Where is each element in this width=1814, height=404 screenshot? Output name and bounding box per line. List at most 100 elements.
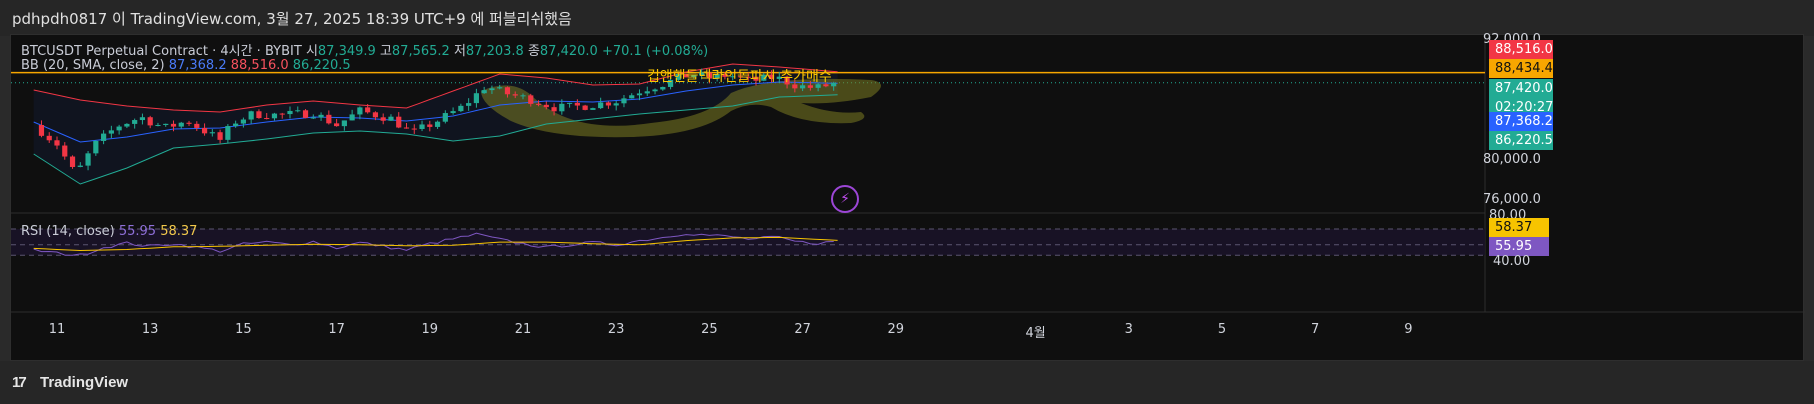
bb-legend[interactable]: BB (20, SMA, close, 2) 87,368.2 88,516.0… bbox=[21, 58, 351, 73]
price-change: +70.1 (+0.08%) bbox=[601, 44, 709, 59]
candle-body bbox=[271, 113, 278, 119]
candle-body bbox=[629, 95, 635, 99]
candle-body bbox=[497, 87, 503, 89]
bb-upper-price-tag: 88,516.0 bbox=[1489, 40, 1553, 59]
rsi-ma-tag: 58.37 bbox=[1489, 218, 1549, 237]
symbol-legend[interactable]: BTCUSDT Perpetual Contract · 4시간 · BYBIT… bbox=[21, 40, 708, 59]
rsi-axis-label: 40.00 bbox=[1493, 254, 1531, 269]
candle-body bbox=[388, 116, 394, 121]
candle-body bbox=[295, 110, 301, 112]
candle-body bbox=[559, 103, 565, 112]
candle-body bbox=[590, 108, 596, 110]
lightning-icon[interactable]: ⚡ bbox=[831, 185, 859, 213]
bb-upper-value: 88,516.0 bbox=[230, 58, 289, 73]
bb-basis-value: 87,368.2 bbox=[168, 58, 227, 73]
ohlc-close-label: 종 bbox=[527, 44, 540, 59]
candle-body bbox=[201, 127, 208, 134]
time-axis-label: 7 bbox=[1311, 322, 1320, 337]
candle-body bbox=[458, 105, 464, 112]
candle-body bbox=[279, 113, 285, 115]
ohlc-low-value: 87,203.8 bbox=[465, 44, 524, 59]
candle-body bbox=[147, 117, 153, 126]
time-axis-label: 21 bbox=[514, 322, 532, 337]
ohlc-high-label: 고 bbox=[379, 44, 392, 59]
time-axis-label: 5 bbox=[1217, 322, 1227, 337]
publish-caption: pdhpdh0817 이 TradingView.com, 3월 27, 202… bbox=[12, 10, 572, 28]
candle-body bbox=[116, 126, 122, 131]
candle-body bbox=[248, 111, 254, 120]
candle-body bbox=[178, 122, 184, 127]
candle-body bbox=[69, 156, 76, 167]
candle-body bbox=[101, 133, 107, 141]
publish-header: pdhpdh0817 이 TradingView.com, 3월 27, 202… bbox=[0, 0, 1814, 36]
chart-frame[interactable]: BTCUSDT Perpetual Contract · 4시간 · BYBIT… bbox=[10, 32, 1805, 361]
candle-body bbox=[403, 127, 410, 129]
time-axis-label: 11 bbox=[48, 322, 66, 337]
time-axis-label: 3 bbox=[1124, 322, 1133, 337]
candle-body bbox=[85, 153, 91, 166]
rsi-legend[interactable]: RSI (14, close) 55.95 58.37 bbox=[21, 224, 197, 239]
candle-body bbox=[365, 107, 371, 113]
time-axis-label: 25 bbox=[701, 322, 718, 337]
time-axis-label: 15 bbox=[235, 322, 252, 337]
ohlc-close-value: 87,420.0 bbox=[539, 44, 598, 59]
candle-body bbox=[528, 95, 534, 104]
candle-body bbox=[396, 116, 402, 128]
candle-body bbox=[108, 130, 114, 134]
bb-basis-price-tag: 87,368.2 bbox=[1489, 112, 1553, 131]
candle-body bbox=[660, 86, 666, 90]
candle-body bbox=[380, 117, 386, 121]
candle-body bbox=[349, 114, 355, 121]
candle-body bbox=[551, 107, 557, 112]
candle-body bbox=[302, 110, 309, 118]
candle-body bbox=[419, 124, 425, 129]
candle-body bbox=[310, 117, 316, 119]
ohlc-low-label: 저 bbox=[453, 44, 466, 59]
candle-body bbox=[46, 135, 52, 141]
candle bbox=[302, 109, 309, 119]
candle-body bbox=[54, 140, 60, 146]
candle-body bbox=[466, 103, 472, 106]
neckline-annotation[interactable]: 컵앤핸들넥라인돌파시 추가매수 bbox=[647, 66, 832, 86]
time-axis-label: 9 bbox=[1404, 322, 1413, 337]
time-axis-label: 13 bbox=[141, 322, 159, 337]
candle-body bbox=[411, 128, 417, 130]
candle-body bbox=[38, 125, 45, 136]
candle-body bbox=[287, 110, 293, 115]
bb-label: BB (20, SMA, close, 2) bbox=[21, 58, 165, 73]
candle-body bbox=[605, 102, 612, 106]
candle-body bbox=[582, 105, 588, 110]
candle-body bbox=[186, 122, 192, 124]
candle-body bbox=[155, 124, 161, 126]
candle-body bbox=[326, 114, 332, 124]
candle-body bbox=[318, 114, 324, 118]
candle-body bbox=[621, 98, 627, 104]
footer: 17 TradingView bbox=[0, 361, 1814, 404]
candle-body bbox=[434, 121, 441, 127]
candle bbox=[69, 155, 76, 169]
rsi-band-fill bbox=[11, 229, 1485, 256]
candle-body bbox=[77, 165, 83, 167]
candle-body bbox=[139, 117, 146, 121]
y-axis-label: 80,000.0 bbox=[1483, 152, 1541, 167]
candle-body bbox=[163, 123, 169, 125]
rsi-ma-value: 58.37 bbox=[160, 224, 198, 239]
time-axis-label: 23 bbox=[607, 322, 625, 337]
tradingview-logo-icon: 17 bbox=[12, 374, 27, 391]
last-price-tag: 87,420.0 bbox=[1489, 79, 1553, 98]
tradingview-logo[interactable]: 17 TradingView bbox=[12, 374, 128, 391]
y-axis-label: 76,000.0 bbox=[1483, 192, 1541, 207]
rsi-value: 55.95 bbox=[118, 224, 157, 239]
tradingview-brand: TradingView bbox=[40, 374, 129, 391]
time-axis-label: 17 bbox=[328, 322, 345, 337]
candle-body bbox=[512, 94, 518, 96]
candle-body bbox=[652, 89, 658, 92]
candle-body bbox=[636, 93, 643, 96]
time-axis-label: 19 bbox=[421, 322, 439, 337]
candle-body bbox=[543, 104, 549, 108]
candle-body bbox=[427, 124, 433, 127]
candle-body bbox=[613, 103, 619, 106]
candle-body bbox=[93, 140, 99, 154]
bb-lower-price-tag: 86,220.5 bbox=[1489, 131, 1553, 150]
candle-body bbox=[240, 119, 246, 124]
